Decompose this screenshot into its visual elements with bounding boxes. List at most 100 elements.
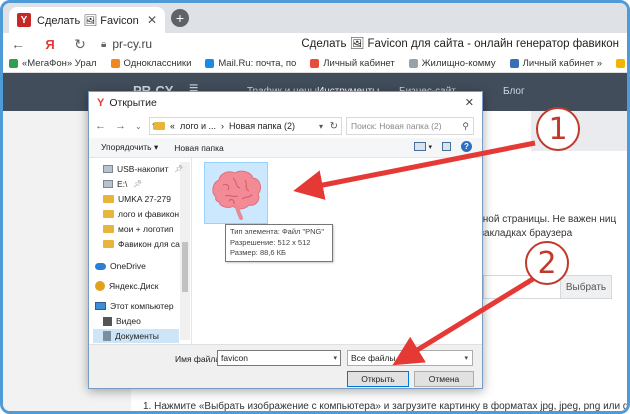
bookmark-favicon-icon [616,59,626,68]
chevron-down-icon: ▾ [464,355,468,362]
dialog-title: Открытие [109,97,157,109]
navigation-tree: USB-накопит 📌︎ E:\ 📌︎ UMKA 27-279 лого и фави… [89,158,192,344]
close-icon[interactable]: ✕ [465,96,474,109]
reload-icon[interactable]: ↻ [69,36,91,53]
lock-icon[interactable]: 🔒︎ [101,39,106,50]
file-item-favicon[interactable] [204,162,268,224]
tooltip-size: Размер: 88,6 КБ [230,248,286,257]
filename-label: Имя файла: [175,354,223,364]
tree-item-label: лого и фавикон [118,209,180,219]
tree-item-label: мои + логотип [118,224,174,234]
tree-item-label: USB-накопит [117,164,169,174]
search-placeholder: Поиск: Новая папка (2) [351,121,442,131]
tree-item-label: Этот компьютер [110,301,174,311]
tree-scrollbar[interactable] [180,162,190,340]
breadcrumb-current[interactable]: Новая папка (2) [229,121,295,131]
filename-field[interactable]: favicon ▾ [217,350,341,366]
bookmark-item[interactable]: «МегаФон» Урал [9,58,97,69]
bookmark-label: Mail.Ru: почта, по [218,58,297,69]
site-nav-link[interactable]: Блог [503,86,525,97]
bookmark-label: Одноклассники [123,58,192,69]
tree-item-label: Документы [115,331,159,341]
bookmark-item[interactable]: Погод [616,58,627,69]
tree-item[interactable]: лого и фавикон [103,207,179,221]
breadcrumb-prefix: « [170,121,176,131]
back-icon[interactable]: ← [95,120,106,132]
tree-item[interactable]: UMKA 27-279 [103,192,171,206]
tree-item[interactable]: OneDrive [95,259,146,273]
tab-favicon-icon: Y [17,13,31,27]
preview-pane-icon[interactable] [442,142,451,151]
bookmark-item[interactable]: Личный кабинет [310,58,395,69]
tree-item-label: UMKA 27-279 [118,194,171,204]
onedrive-icon [95,262,106,270]
yandex-icon[interactable]: Я [39,37,61,52]
documents-icon [103,331,111,341]
bookmark-item[interactable]: Жилищно-комму [408,58,496,69]
dialog-titlebar: Y Открытие ✕ [89,92,482,114]
file-list: Тип элемента: Файл "PNG" Разрешение: 512… [192,158,482,344]
organize-menu[interactable]: Упорядочить ▾ [101,142,158,153]
address-row: ← Я ↻ 🔒︎ pr-cy.ru Сделать 🖼 Favicon для … [3,33,627,55]
chevron-down-icon[interactable]: ⌄ [135,122,142,131]
chevron-down-icon[interactable]: ▾ [428,143,432,151]
bookmark-item[interactable]: Mail.Ru: почта, по [205,58,296,69]
back-icon[interactable]: ← [7,36,29,52]
chevron-down-icon[interactable]: ▾ [333,354,337,362]
refresh-icon[interactable]: ↻ [330,121,338,132]
tree-item-label: Фавикон для са [118,239,180,249]
chevron-down-icon[interactable]: ▾ [319,122,323,131]
open-button[interactable]: Открыть [347,371,409,387]
tree-item[interactable]: E:\ 📌︎ [103,177,142,191]
tree-item[interactable]: Видео [103,314,141,328]
tree-item[interactable]: Яндекс.Диск [95,279,158,293]
filename-value: favicon [221,353,248,363]
filetype-value: Все файлы [351,353,396,363]
yandex-browser-icon: Y [97,97,105,109]
step-marker-1: 1 [536,107,580,151]
new-folder-button[interactable]: Новая папка [174,143,224,153]
close-tab-icon[interactable]: ✕ [147,13,157,27]
tree-item-label: Яндекс.Диск [109,281,159,291]
tree-item[interactable]: USB-накопит 📌︎ [103,162,183,176]
computer-icon [95,302,106,310]
bookmark-label: Личный кабинет [323,58,395,69]
tree-item[interactable]: Этот компьютер [95,299,174,313]
bookmark-favicon-icon [110,59,120,68]
bookmark-item[interactable]: Одноклассники [110,58,192,69]
tree-item[interactable]: мои + логотип [103,222,174,236]
search-input[interactable]: Поиск: Новая папка (2) ⚲ [346,117,474,135]
bookmark-label: «МегаФон» Урал [22,58,97,69]
help-icon[interactable]: ? [461,141,472,152]
file-tooltip: Тип элемента: Файл "PNG" Разрешение: 512… [225,224,333,262]
breadcrumb-separator: › [221,121,224,131]
browser-tab[interactable]: Y Сделать 🖼 Favicon для сайта ✕ [9,7,165,33]
search-icon: ⚲ [462,120,469,131]
choose-file-button[interactable]: Выбрать [560,275,612,299]
tree-item-label: E:\ [117,179,128,189]
step-marker-2: 2 [525,241,569,285]
browser-window: Y Сделать 🖼 Favicon для сайта ✕ + ← Я ↻ … [0,0,630,414]
scrollbar-thumb[interactable] [182,242,188,292]
brain-icon [212,170,261,220]
url-field[interactable]: pr-cy.ru [112,37,232,51]
view-options-icon[interactable] [414,142,427,151]
cancel-button[interactable]: Отмена [414,371,474,387]
bookmark-item[interactable]: Личный кабинет » [509,58,603,69]
bookmark-label: Личный кабинет » [522,58,603,69]
video-icon [103,316,112,326]
tree-item-label: OneDrive [110,261,146,271]
breadcrumb-parent[interactable]: лого и ... [180,121,216,131]
tree-item[interactable]: Документы [93,329,179,343]
bookmarks-bar: «МегаФон» Урал Одноклассники Mail.Ru: почт… [3,55,627,73]
folder-icon [103,225,114,233]
tooltip-resolution: Разрешение: 512 x 512 [230,237,311,247]
filetype-select[interactable]: Все файлы ▾ [347,350,473,366]
forward-icon[interactable]: → [115,120,126,132]
new-tab-icon[interactable]: + [171,9,189,27]
pin-icon: 📌︎ [174,166,184,173]
tab-strip: Y Сделать 🖼 Favicon для сайта ✕ + [3,3,627,33]
tree-item[interactable]: Фавикон для са [103,237,180,251]
yandex-disk-icon [95,281,105,291]
breadcrumb[interactable]: « лого и ... › Новая папка (2) ▾ ↻ [149,117,342,135]
